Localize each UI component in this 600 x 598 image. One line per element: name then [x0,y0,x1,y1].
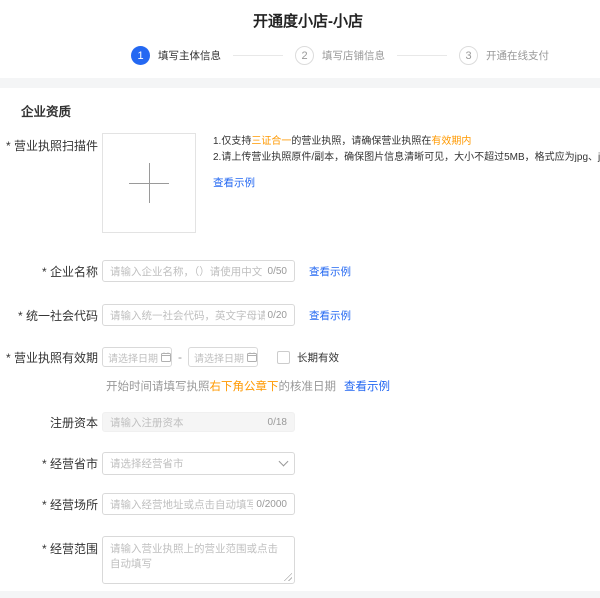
registered-capital-input[interactable]: 请输入注册资本 0/18 [102,412,295,432]
calendar-icon [247,352,257,362]
business-place-label: * 经营场所 [0,496,102,513]
note1-middle: 的营业执照，请确保营业执照在 [291,136,431,147]
license-validity-label: * 营业执照有效期 [0,349,102,366]
field-license-scan: * 营业执照扫描件 1.仅支持三证合一的营业执照，请确保营业执照在有效期内 2.… [0,133,600,233]
validity-example-link[interactable]: 查看示例 [344,381,390,393]
validity-help-text: 开始时间请填写执照右下角公章下的核准日期查看示例 [0,378,600,394]
business-scope-label: * 经营范围 [0,536,102,557]
social-code-placeholder: 请输入统一社会代码，英文字母请大写 [110,308,265,323]
company-name-placeholder: 请输入企业名称，（）请使用中文 [110,264,265,279]
upload-note-line-2: 2.请上传营业执照原件/副本，确保图片信息清晰可见，大小不超过5MB，格式应为j… [213,150,600,166]
form-main: 企业资质 * 营业执照扫描件 1.仅支持三证合一的营业执照，请确保营业执照在有效… [0,88,600,591]
company-name-input[interactable]: 请输入企业名称，（）请使用中文 0/50 [102,260,295,282]
validity-start-date-input[interactable]: 请选择日期 [102,347,172,367]
social-code-input[interactable]: 请输入统一社会代码，英文字母请大写 0/20 [102,304,295,326]
note1-prefix: 1.仅支持 [213,136,251,147]
company-name-label: * 企业名称 [0,263,102,280]
step-1-label: 填写主体信息 [158,48,221,63]
shop-open-page: 开通度小店-小店 1 填写主体信息 2 填写店铺信息 3 开通在线支付 企业资质… [0,0,600,598]
date-range-separator: - [178,350,182,364]
upload-notes: 1.仅支持三证合一的营业执照，请确保营业执照在有效期内 2.请上传营业执照原件/… [213,133,600,192]
step-connector [233,55,283,56]
province-city-placeholder: 请选择经营省市 [110,456,280,471]
textarea-resize-handle[interactable] [283,572,292,581]
note1-highlight-sanzhengheyi: 三证合一 [251,136,291,147]
social-code-counter: 0/20 [268,310,287,321]
registered-capital-placeholder: 请输入注册资本 [110,415,265,430]
business-place-counter: 0/2000 [256,499,287,510]
stepper: 1 填写主体信息 2 填写店铺信息 3 开通在线支付 [0,46,600,65]
registered-capital-label: 注册资本 [0,414,102,431]
license-view-example-link[interactable]: 查看示例 [213,175,255,191]
business-scope-textarea[interactable]: 请输入营业执照上的营业范围或点击自动填写 [102,536,295,584]
start-date-placeholder: 请选择日期 [108,350,158,365]
wizard-header: 开通度小店-小店 1 填写主体信息 2 填写店铺信息 3 开通在线支付 [0,0,600,78]
field-province-city: * 经营省市 请选择经营省市 [0,452,600,475]
step-3-number: 3 [459,46,478,65]
help-suffix: 的核准日期 [279,381,337,393]
note1-highlight-validity: 有效期内 [431,136,471,147]
step-2-number: 2 [295,46,314,65]
plus-icon [129,163,169,203]
province-city-label: * 经营省市 [0,455,102,472]
chevron-down-icon [279,457,289,467]
page-title: 开通度小店-小店 [0,0,600,31]
bottom-divider-band [0,591,600,598]
step-1-subject-info: 1 填写主体信息 [131,46,221,65]
step-2-shop-info: 2 填写店铺信息 [295,46,385,65]
step-3-online-payment: 3 开通在线支付 [459,46,549,65]
help-highlight: 右下角公章下 [210,381,279,393]
step-1-number: 1 [131,46,150,65]
province-city-select[interactable]: 请选择经营省市 [102,452,295,475]
step-2-label: 填写店铺信息 [322,48,385,63]
step-connector [397,55,447,56]
field-license-validity: * 营业执照有效期 请选择日期 - 请选择日期 长期有效 [0,347,600,367]
long-term-valid-label: 长期有效 [297,350,339,365]
registered-capital-counter: 0/18 [268,417,287,428]
business-scope-placeholder: 请输入营业执照上的营业范围或点击自动填写 [110,542,287,572]
field-business-place: * 经营场所 请输入经营地址或点击自动填写 0/2000 [0,493,600,515]
step-3-label: 开通在线支付 [486,48,549,63]
social-code-example-link[interactable]: 查看示例 [309,308,351,323]
company-name-example-link[interactable]: 查看示例 [309,264,351,279]
business-place-placeholder: 请输入经营地址或点击自动填写 [110,497,253,512]
section-title: 企业资质 [21,101,600,120]
license-scan-label: * 营业执照扫描件 [0,133,102,154]
company-name-counter: 0/50 [268,266,287,277]
section-divider-band [0,78,600,88]
business-place-input[interactable]: 请输入经营地址或点击自动填写 0/2000 [102,493,295,515]
field-social-code: * 统一社会代码 请输入统一社会代码，英文字母请大写 0/20 查看示例 [0,304,600,326]
field-business-scope: * 经营范围 请输入营业执照上的营业范围或点击自动填写 [0,536,600,584]
field-company-name: * 企业名称 请输入企业名称，（）请使用中文 0/50 查看示例 [0,260,600,282]
long-term-valid-checkbox[interactable] [277,351,290,364]
license-upload-dropzone[interactable] [102,133,196,233]
validity-end-date-input[interactable]: 请选择日期 [188,347,258,367]
calendar-icon [161,352,171,362]
upload-note-line-1: 1.仅支持三证合一的营业执照，请确保营业执照在有效期内 [213,134,600,150]
field-registered-capital: 注册资本 请输入注册资本 0/18 [0,412,600,432]
social-code-label: * 统一社会代码 [0,307,102,324]
end-date-placeholder: 请选择日期 [194,350,244,365]
help-prefix: 开始时间请填写执照 [106,381,210,393]
